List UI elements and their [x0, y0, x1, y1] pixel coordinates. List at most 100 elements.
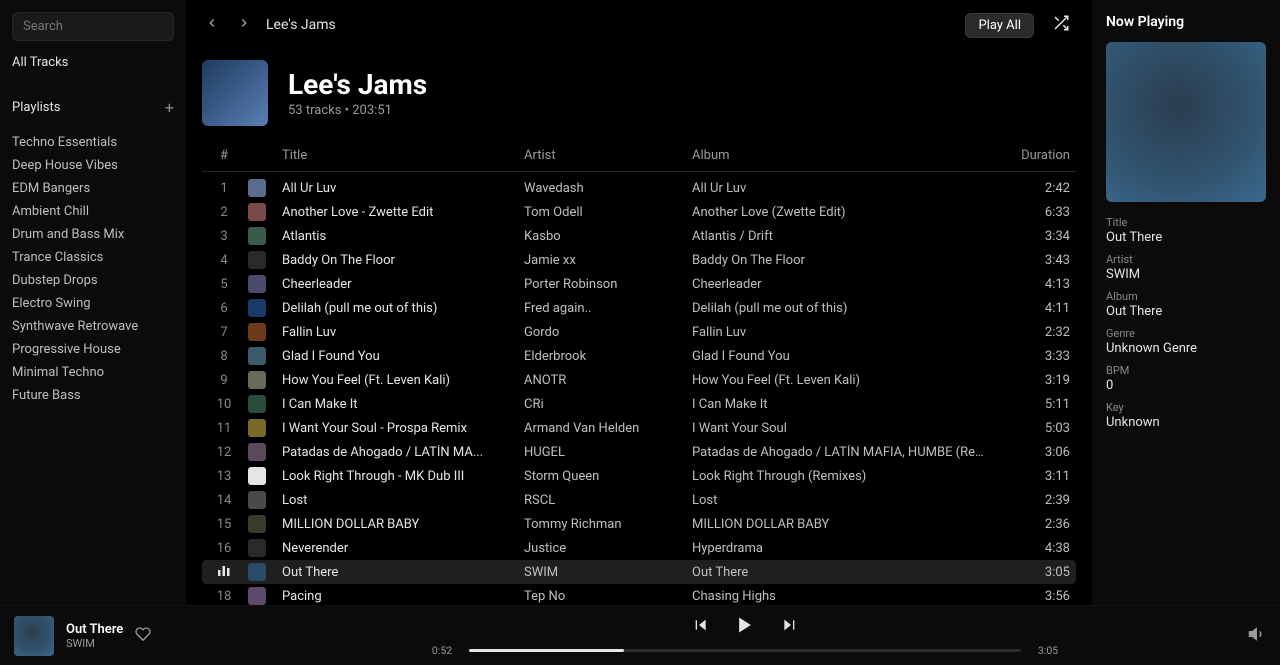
- track-artist: Gordo: [524, 325, 684, 340]
- track-artist: Tep No: [524, 589, 684, 604]
- playlist-title: Lee's Jams: [288, 68, 427, 101]
- track-cover: [248, 371, 266, 389]
- add-playlist-button[interactable]: +: [165, 98, 174, 117]
- playlist-item[interactable]: Deep House Vibes: [12, 154, 174, 177]
- track-album: I Can Make It: [692, 397, 992, 412]
- prev-button[interactable]: [693, 617, 709, 637]
- track-album: Hyperdrama: [692, 541, 992, 556]
- track-row[interactable]: 2Another Love - Zwette EditTom OdellAnot…: [202, 200, 1076, 224]
- volume-button[interactable]: [1248, 625, 1266, 647]
- col-album[interactable]: Album: [692, 148, 992, 163]
- progress-bar[interactable]: [469, 649, 1021, 652]
- track-cover: [248, 419, 266, 437]
- track-row[interactable]: Out ThereSWIMOut There3:05: [202, 560, 1076, 584]
- track-album: All Ur Luv: [692, 181, 992, 196]
- track-row[interactable]: 18PacingTep NoChasing Highs3:56: [202, 584, 1076, 605]
- track-duration: 2:39: [1000, 493, 1070, 508]
- col-artist[interactable]: Artist: [524, 148, 684, 163]
- track-artist: Justice: [524, 541, 684, 556]
- track-title: How You Feel (Ft. Leven Kali): [282, 373, 516, 388]
- track-row[interactable]: 3AtlantisKasboAtlantis / Drift3:34: [202, 224, 1076, 248]
- next-button[interactable]: [781, 617, 797, 637]
- playlists-section: Playlists +: [12, 92, 174, 123]
- play-button[interactable]: [735, 615, 755, 640]
- track-duration: 3:33: [1000, 349, 1070, 364]
- playlist-item[interactable]: Electro Swing: [12, 292, 174, 315]
- track-cover: [248, 251, 266, 269]
- playlist-item[interactable]: Minimal Techno: [12, 361, 174, 384]
- track-index: 8: [208, 349, 240, 364]
- track-duration: 5:03: [1000, 421, 1070, 436]
- np-genre-label: Genre: [1106, 327, 1266, 340]
- track-row[interactable]: 9 How You Feel (Ft. Leven Kali) ANOTR How Y…: [202, 368, 1076, 392]
- track-album: I Want Your Soul: [692, 421, 992, 436]
- col-duration[interactable]: Duration: [1000, 148, 1070, 163]
- track-title: I Want Your Soul - Prospa Remix: [282, 421, 516, 436]
- track-title: Another Love - Zwette Edit: [282, 205, 516, 220]
- track-row[interactable]: 8Glad I Found YouElderbrookGlad I Found …: [202, 344, 1076, 368]
- col-title[interactable]: Title: [282, 148, 516, 163]
- playing-icon: [208, 563, 240, 581]
- playlist-item[interactable]: Future Bass: [12, 384, 174, 407]
- track-row[interactable]: 13Look Right Through - MK Dub IIIStorm Q…: [202, 464, 1076, 488]
- track-row[interactable]: 4Baddy On The FloorJamie xxBaddy On The …: [202, 248, 1076, 272]
- track-artist: Kasbo: [524, 229, 684, 244]
- np-album-label: Album: [1106, 290, 1266, 303]
- player-title: Out There: [66, 622, 123, 637]
- track-duration: 3:19: [1000, 373, 1070, 388]
- track-index: 9: [208, 373, 240, 388]
- track-album: Atlantis / Drift: [692, 229, 992, 244]
- track-title: Cheerleader: [282, 277, 516, 292]
- playlist-item[interactable]: Progressive House: [12, 338, 174, 361]
- track-duration: 2:36: [1000, 517, 1070, 532]
- track-row[interactable]: 12Patadas de Ahogado / LATÍN MA...HUGELP…: [202, 440, 1076, 464]
- track-duration: 3:11: [1000, 469, 1070, 484]
- main-panel: Lee's Jams Play All Lee's Jams 53 tracks…: [186, 0, 1092, 605]
- favorite-button[interactable]: [135, 626, 151, 646]
- track-row[interactable]: 7Fallin LuvGordoFallin Luv2:32: [202, 320, 1076, 344]
- shuffle-button[interactable]: [1046, 10, 1076, 40]
- nav-all-tracks[interactable]: All Tracks: [12, 49, 174, 76]
- track-artist: ANOTR: [524, 373, 684, 388]
- track-album: Glad I Found You: [692, 349, 992, 364]
- nav-back-button[interactable]: [202, 16, 222, 34]
- search-input[interactable]: [12, 12, 174, 41]
- playlist-cover: [202, 60, 268, 126]
- track-index: 3: [208, 229, 240, 244]
- nav-forward-button[interactable]: [234, 16, 254, 34]
- track-title: MILLION DOLLAR BABY: [282, 517, 516, 532]
- track-index: 16: [208, 541, 240, 556]
- track-row[interactable]: 14LostRSCLLost2:39: [202, 488, 1076, 512]
- track-row[interactable]: 1All Ur LuvWavedashAll Ur Luv2:42: [202, 176, 1076, 200]
- track-row[interactable]: 10I Can Make ItCRiI Can Make It5:11: [202, 392, 1076, 416]
- playlist-item[interactable]: EDM Bangers: [12, 177, 174, 200]
- track-title: Out There: [282, 565, 516, 580]
- track-index: 12: [208, 445, 240, 460]
- track-title: I Can Make It: [282, 397, 516, 412]
- track-artist: Armand Van Helden: [524, 421, 684, 436]
- playlist-item[interactable]: Techno Essentials: [12, 131, 174, 154]
- player-artist: SWIM: [66, 637, 123, 650]
- time-total: 3:05: [1031, 644, 1065, 657]
- track-row[interactable]: 16NeverenderJusticeHyperdrama4:38: [202, 536, 1076, 560]
- play-all-button[interactable]: Play All: [965, 13, 1034, 38]
- track-album: How You Feel (Ft. Leven Kali): [692, 373, 992, 388]
- now-playing-art: [1106, 42, 1266, 202]
- track-cover: [248, 467, 266, 485]
- track-title: Delilah (pull me out of this): [282, 301, 516, 316]
- track-cover: [248, 275, 266, 293]
- playlist-item[interactable]: Dubstep Drops: [12, 269, 174, 292]
- track-row[interactable]: 15MILLION DOLLAR BABYTommy RichmanMILLIO…: [202, 512, 1076, 536]
- track-row[interactable]: 5CheerleaderPorter RobinsonCheerleader4:…: [202, 272, 1076, 296]
- now-playing-panel: Now Playing Title Out There Artist SWIM …: [1092, 0, 1280, 605]
- breadcrumb: Lee's Jams: [266, 17, 953, 33]
- track-row[interactable]: 11I Want Your Soul - Prospa RemixArmand …: [202, 416, 1076, 440]
- playlist-item[interactable]: Trance Classics: [12, 246, 174, 269]
- track-row[interactable]: 6Delilah (pull me out of this)Fred again…: [202, 296, 1076, 320]
- playlist-item[interactable]: Ambient Chill: [12, 200, 174, 223]
- track-artist: Elderbrook: [524, 349, 684, 364]
- playlist-item[interactable]: Drum and Bass Mix: [12, 223, 174, 246]
- track-artist: HUGEL: [524, 445, 684, 460]
- playlist-item[interactable]: Synthwave Retrowave: [12, 315, 174, 338]
- track-index: 10: [208, 397, 240, 412]
